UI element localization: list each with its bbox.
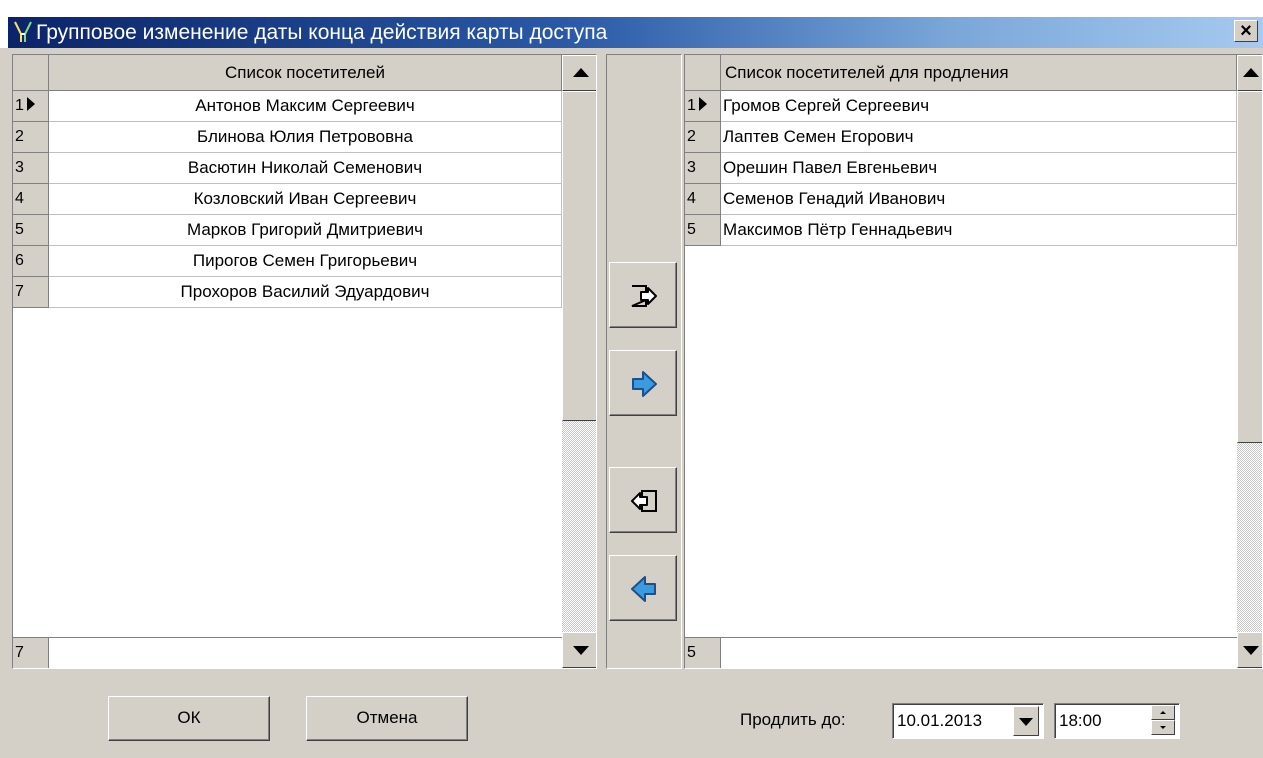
row-indicator: 3 bbox=[13, 153, 49, 184]
row-number: 1 bbox=[687, 97, 696, 114]
visitor-name-cell[interactable]: Блинова Юлия Петрововна bbox=[49, 122, 562, 153]
row-indicator: 2 bbox=[685, 122, 721, 153]
arrow-up-icon bbox=[573, 68, 589, 77]
visitor-name-cell[interactable]: Прохоров Василий Эдуардович bbox=[49, 277, 562, 308]
move-all-left-icon bbox=[631, 490, 657, 512]
footer-empty-cell bbox=[721, 638, 1237, 668]
scroll-down-button[interactable] bbox=[562, 632, 596, 668]
move-all-left-button[interactable] bbox=[609, 467, 677, 533]
right-grid-corner bbox=[685, 55, 721, 91]
right-grid-footer: 5 bbox=[685, 637, 1237, 668]
left-grid-footer: 7 bbox=[13, 637, 562, 668]
scroll-up-button[interactable] bbox=[562, 55, 596, 91]
row-indicator: 1 bbox=[13, 91, 49, 122]
move-left-arrow-icon bbox=[631, 576, 656, 602]
right-grid-scrollbar[interactable] bbox=[1237, 55, 1262, 668]
row-indicator: 6 bbox=[13, 246, 49, 277]
footer-empty-cell bbox=[49, 638, 562, 668]
visitor-name-cell[interactable]: Антонов Максим Сергеевич bbox=[49, 91, 562, 122]
spin-down-icon bbox=[1160, 726, 1166, 729]
scroll-down-button[interactable] bbox=[1237, 632, 1262, 668]
row-count-cell: 5 bbox=[685, 638, 721, 668]
scroll-thumb[interactable] bbox=[562, 91, 596, 421]
cancel-button[interactable]: Отмена bbox=[306, 696, 468, 741]
extend-until-label: Продлить до: bbox=[740, 710, 846, 729]
app-icon bbox=[14, 21, 32, 42]
visitor-name-cell[interactable]: Пирогов Семен Григорьевич bbox=[49, 246, 562, 277]
move-right-arrow-icon bbox=[632, 371, 657, 397]
row-indicator: 5 bbox=[685, 215, 721, 246]
scroll-up-button[interactable] bbox=[1237, 55, 1262, 91]
move-all-right-icon bbox=[631, 285, 657, 307]
left-grid-header[interactable]: Список посетителей bbox=[49, 55, 562, 91]
window-title: Групповое изменение даты конца действия … bbox=[36, 21, 608, 44]
visitor-name-cell[interactable]: Максимов Пётр Геннадьевич bbox=[721, 215, 1237, 246]
arrow-down-icon bbox=[573, 646, 589, 655]
date-value: 10.01.2013 bbox=[897, 711, 983, 730]
date-dropdown-button[interactable] bbox=[1013, 706, 1039, 736]
move-left-button[interactable] bbox=[609, 555, 677, 621]
visitor-name-cell[interactable]: Лаптев Семен Егорович bbox=[721, 122, 1237, 153]
close-button[interactable]: × bbox=[1234, 20, 1258, 42]
visitor-name-cell[interactable]: Громов Сергей Сергеевич bbox=[721, 91, 1237, 122]
row-indicator: 2 bbox=[13, 122, 49, 153]
arrow-up-icon bbox=[1243, 68, 1259, 77]
visitor-name-cell[interactable]: Васютин Николай Семенович bbox=[49, 153, 562, 184]
row-indicator: 3 bbox=[685, 153, 721, 184]
left-visitor-grid[interactable]: Список посетителей 1 Антонов Максим Серг… bbox=[12, 54, 597, 669]
time-value: 18:00 bbox=[1059, 711, 1102, 730]
visitor-name-cell[interactable]: Марков Григорий Дмитриевич bbox=[49, 215, 562, 246]
visitor-name-cell[interactable]: Козловский Иван Сергеевич bbox=[49, 184, 562, 215]
title-bar: Групповое изменение даты конца действия … bbox=[0, 0, 1263, 48]
row-number: 1 bbox=[15, 97, 24, 114]
row-indicator: 5 bbox=[13, 215, 49, 246]
scroll-thumb[interactable] bbox=[1237, 91, 1262, 443]
right-extension-grid[interactable]: Список посетителей для продления 1 Громо… bbox=[684, 54, 1263, 669]
ok-button[interactable]: ОК bbox=[108, 696, 270, 741]
row-indicator: 4 bbox=[685, 184, 721, 215]
visitor-name-cell[interactable]: Семенов Генадий Иванович bbox=[721, 184, 1237, 215]
arrow-down-icon bbox=[1243, 646, 1259, 655]
time-spin-down-button[interactable] bbox=[1151, 720, 1175, 735]
time-field[interactable]: 18:00 bbox=[1054, 703, 1180, 739]
spin-up-icon bbox=[1160, 711, 1166, 714]
left-grid-scrollbar[interactable] bbox=[562, 55, 596, 668]
right-grid-header-label: Список посетителей для продления bbox=[725, 63, 1009, 82]
right-grid-header[interactable]: Список посетителей для продления bbox=[721, 55, 1237, 91]
left-grid-header-label: Список посетителей bbox=[225, 63, 385, 82]
visitor-name-cell[interactable]: Орешин Павел Евгеньевич bbox=[721, 153, 1237, 184]
chevron-down-icon bbox=[1019, 718, 1033, 726]
move-right-button[interactable] bbox=[609, 350, 677, 416]
row-indicator: 1 bbox=[685, 91, 721, 122]
time-spin-up-button[interactable] bbox=[1151, 705, 1175, 720]
left-grid-corner bbox=[13, 55, 49, 91]
move-all-right-button[interactable] bbox=[609, 262, 677, 328]
current-row-pointer-icon bbox=[26, 97, 35, 112]
row-indicator: 7 bbox=[13, 277, 49, 308]
current-row-pointer-icon bbox=[698, 97, 707, 112]
row-count-cell: 7 bbox=[13, 638, 49, 668]
date-field[interactable]: 10.01.2013 bbox=[892, 703, 1044, 739]
row-indicator: 4 bbox=[13, 184, 49, 215]
